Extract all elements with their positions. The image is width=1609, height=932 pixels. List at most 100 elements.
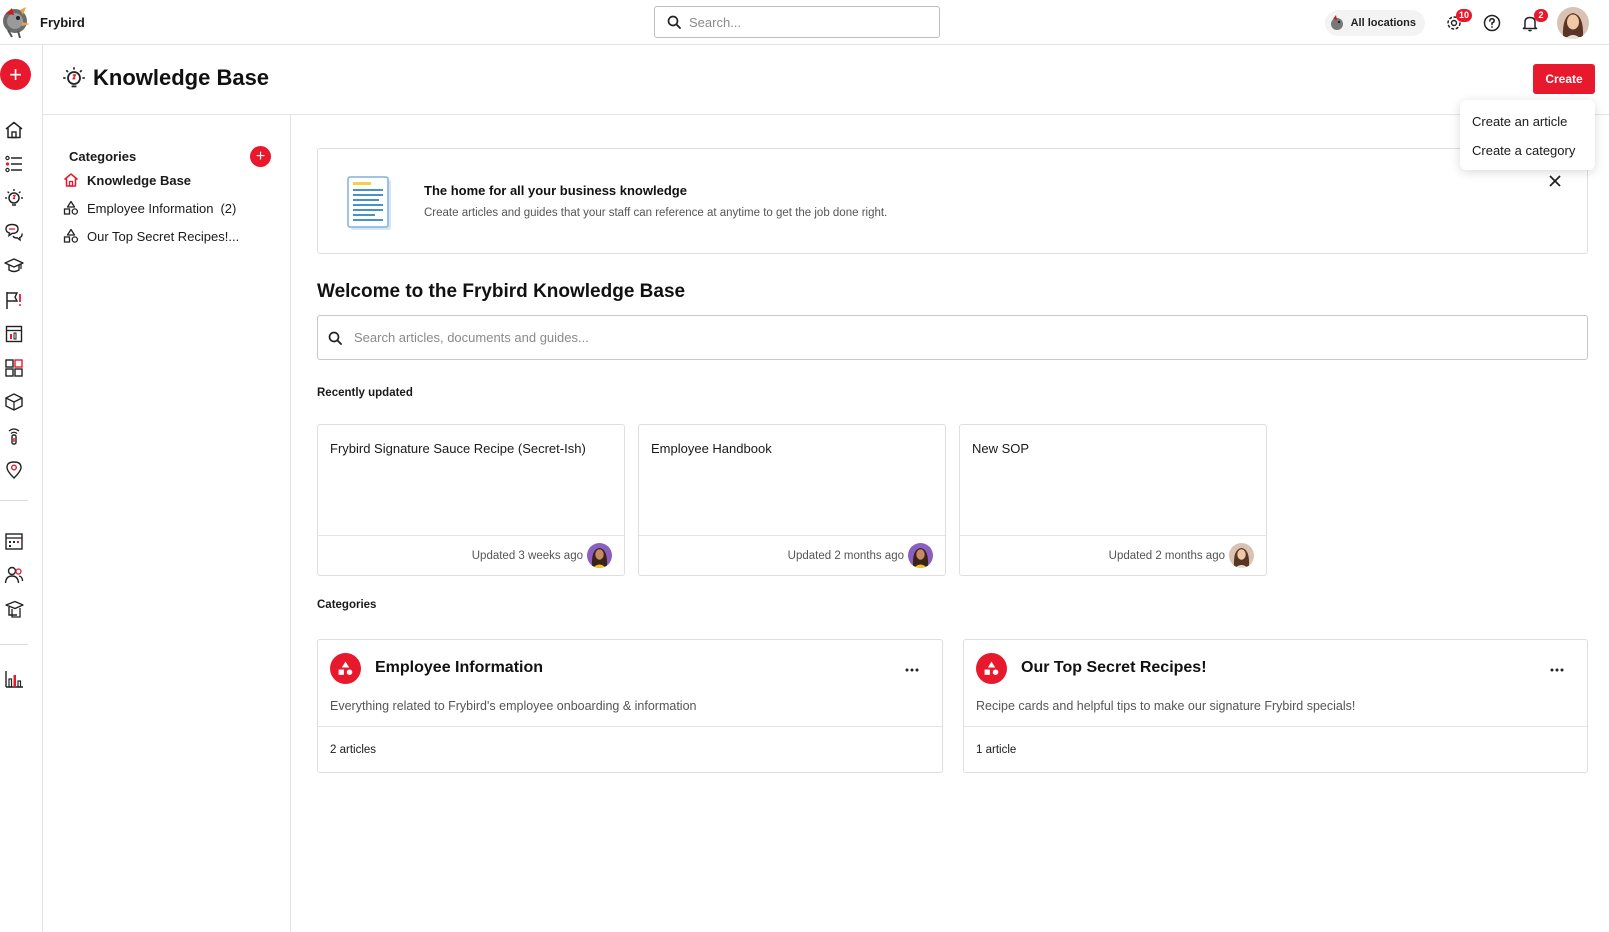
page-title: Knowledge Base	[93, 65, 270, 90]
category-description: Everything related to Frybird's employee…	[330, 699, 697, 713]
global-search-input[interactable]	[689, 14, 909, 30]
category-card[interactable]: Employee Information Everything related …	[317, 639, 943, 773]
brand[interactable]: Frybird	[0, 4, 85, 40]
category-article-count: 1 article	[964, 726, 1587, 772]
chat-icon	[4, 222, 24, 242]
dashboard-icon	[4, 358, 24, 378]
article-title: Frybird Signature Sauce Recipe (Secret-I…	[330, 441, 586, 456]
main-content: The home for all your business knowledge…	[291, 115, 1609, 932]
shapes-icon	[330, 653, 361, 684]
categories-heading: Categories	[69, 149, 137, 164]
article-card[interactable]: New SOP Updated 2 months ago	[959, 424, 1267, 576]
checklist-icon	[4, 154, 24, 174]
shapes-icon	[63, 228, 79, 244]
welcome-heading: Welcome to the Frybird Knowledge Base	[317, 281, 686, 302]
flag-icon	[4, 290, 24, 310]
banner-subtitle: Create articles and guides that your sta…	[424, 207, 888, 219]
author-avatar	[908, 543, 933, 568]
sidebar-item-label: Employee Information	[87, 200, 214, 216]
category-description: Recipe cards and helpful tips to make ou…	[976, 699, 1356, 713]
rail-schedule[interactable]	[3, 530, 25, 552]
add-category-button[interactable]: +	[250, 146, 271, 167]
rail-checklists[interactable]	[3, 153, 25, 175]
rail-temperature[interactable]	[3, 425, 25, 447]
search-icon	[328, 331, 342, 345]
more-horizontal-icon	[904, 662, 920, 678]
article-title: Employee Handbook	[651, 441, 772, 456]
location-logo-icon	[1329, 14, 1347, 32]
notifications-button[interactable]: 2	[1515, 8, 1548, 38]
notifications-badge: 2	[1534, 8, 1548, 22]
bar-chart-icon	[4, 669, 24, 689]
left-rail: +	[0, 45, 43, 932]
rail-chat[interactable]	[3, 221, 25, 243]
close-banner-button[interactable]	[1547, 173, 1563, 189]
sidebar-item-count: (2)	[220, 200, 237, 216]
tasks-badge: 10	[1455, 8, 1472, 22]
team-icon	[4, 565, 24, 585]
category-title: Our Top Secret Recipes!	[1021, 659, 1207, 676]
article-updated: Updated 3 weeks ago	[471, 549, 583, 562]
global-search[interactable]	[654, 6, 940, 38]
app-name: Frybird	[40, 14, 85, 30]
document-illustration-icon	[346, 175, 394, 231]
category-card[interactable]: Our Top Secret Recipes! Recipe cards and…	[963, 639, 1588, 773]
kb-search[interactable]	[317, 315, 1588, 360]
search-icon	[667, 15, 681, 29]
training-icon	[4, 599, 24, 619]
create-category-menu-item[interactable]: Create a category	[1460, 136, 1595, 165]
rail-locations[interactable]	[3, 459, 25, 481]
create-button[interactable]: Create	[1533, 64, 1595, 94]
sidebar-item-employee-information[interactable]: Employee Information (2)	[63, 200, 236, 216]
sidebar-item-top-secret-recipes[interactable]: Our Top Secret Recipes!...	[63, 228, 239, 244]
user-avatar[interactable]	[1557, 6, 1589, 39]
categories-sidebar: Categories + Knowledge Base Employee Inf…	[43, 115, 291, 932]
recently-updated-heading: Recently updated	[317, 387, 413, 399]
location-label: All locations	[1350, 16, 1416, 29]
create-article-menu-item[interactable]: Create an article	[1460, 107, 1595, 136]
tasks-button[interactable]: 10	[1439, 8, 1472, 38]
box-icon	[4, 392, 24, 412]
sidebar-item-label: Knowledge Base	[87, 172, 192, 188]
store-icon	[4, 324, 24, 344]
frybird-logo-icon	[0, 4, 34, 40]
sidebar-item-knowledge-base[interactable]: Knowledge Base	[63, 172, 191, 188]
home-icon	[63, 172, 79, 188]
kb-search-input[interactable]	[354, 330, 1454, 345]
page-header: Knowledge Base Create	[43, 45, 1609, 115]
rail-knowledge-base[interactable]	[3, 187, 25, 209]
location-pin-icon	[4, 460, 24, 480]
graduation-cap-icon	[4, 256, 24, 276]
location-selector[interactable]: All locations	[1324, 9, 1425, 36]
rail-team[interactable]	[3, 564, 25, 586]
shapes-icon	[63, 200, 79, 216]
category-more-button[interactable]	[1549, 662, 1565, 678]
rail-issues[interactable]	[3, 289, 25, 311]
article-card[interactable]: Employee Handbook Updated 2 months ago	[638, 424, 946, 576]
article-updated: Updated 2 months ago	[787, 549, 904, 562]
author-avatar	[1229, 543, 1254, 568]
rail-dashboard[interactable]	[3, 357, 25, 379]
author-avatar	[587, 543, 612, 568]
article-card[interactable]: Frybird Signature Sauce Recipe (Secret-I…	[317, 424, 625, 576]
info-banner: The home for all your business knowledge…	[317, 148, 1588, 254]
rail-academy[interactable]	[3, 598, 25, 620]
home-icon	[4, 120, 24, 140]
rail-home[interactable]	[3, 119, 25, 141]
categories-section-heading: Categories	[317, 599, 377, 611]
top-bar: Frybird All locations 10	[0, 0, 1609, 45]
rail-inventory[interactable]	[3, 391, 25, 413]
article-title: New SOP	[972, 441, 1030, 456]
more-horizontal-icon	[1549, 662, 1565, 678]
rail-training[interactable]	[3, 255, 25, 277]
rail-reports[interactable]	[3, 668, 25, 690]
create-menu: Create an article Create a category	[1460, 100, 1595, 170]
category-more-button[interactable]	[904, 662, 920, 678]
rail-store[interactable]	[3, 323, 25, 345]
plus-icon: +	[9, 61, 22, 87]
help-button[interactable]	[1477, 8, 1507, 38]
thermometer-icon	[4, 426, 24, 446]
quick-add-button[interactable]: +	[0, 59, 31, 90]
article-updated: Updated 2 months ago	[1108, 549, 1225, 562]
plus-icon: +	[255, 148, 266, 165]
